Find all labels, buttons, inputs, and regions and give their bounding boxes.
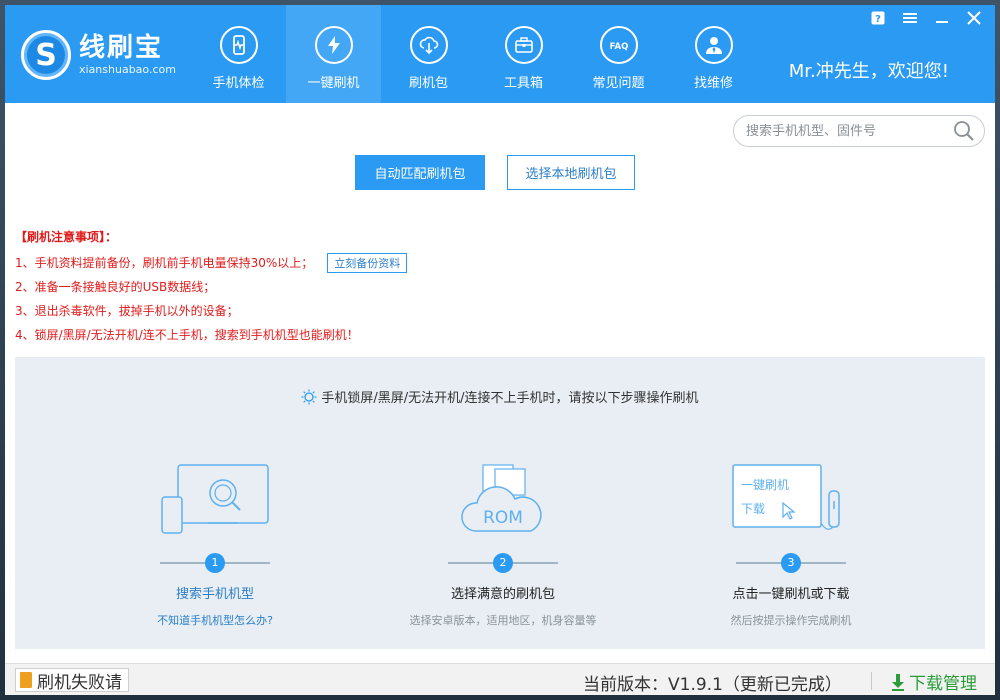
notice-title: 【刷机注意事项】： [15,230,118,244]
search-device-illustration [85,463,345,535]
steps-tip: 手机锁屏/黑屏/无法开机/连接不上手机时，请按以下步骤操作刷机 [15,387,985,406]
notice-line: 3、退出杀毒软件，拔掉手机以外的设备； [15,299,407,323]
main-nav: 手机体检 一键刷机 刷机包 工具箱 FAQ 常见问题 找维修 [191,5,761,103]
logo-name: 线刷宝 [79,33,164,63]
status-bar: 刷机失败请 当前版本：V1.9.1（更新已完成） 下载管理 [5,663,995,695]
app-window: S 线刷宝 xianshuabao.com 手机体检 一键刷机 刷机包 工具箱 … [5,5,995,695]
version-status: 当前版本：V1.9.1（更新已完成） [583,675,842,695]
nav-faq[interactable]: FAQ 常见问题 [571,5,666,103]
flash-label: 一键刷机 [741,478,789,492]
header-bar: S 线刷宝 xianshuabao.com 手机体检 一键刷机 刷机包 工具箱 … [5,5,995,103]
rom-package-icon [409,26,448,64]
step-subtitle: 选择安卓版本，适用地区，机身容量等 [409,614,597,627]
download-label: 下载 [741,502,765,516]
nav-phone-check[interactable]: 手机体检 [191,5,286,103]
download-manager-button[interactable]: 下载管理 [891,669,977,694]
step-number-badge: 2 [493,553,513,573]
lightning-icon [314,26,353,64]
logo-s-icon: S [21,30,71,80]
search-icon[interactable] [952,119,976,143]
nav-rom-package[interactable]: 刷机包 [381,5,476,103]
flash-fail-label: 刷机失败请 [37,672,122,693]
nav-label: 常见问题 [592,76,645,91]
download-manager-label: 下载管理 [909,674,977,694]
step-title[interactable]: 搜索手机机型 [85,583,345,602]
step-title: 点击一键刷机或下载 [732,587,850,602]
minimize-icon[interactable] [933,9,951,27]
notice-line: 1、手机资料提前备份，刷机前手机电量保持30%以上； 立刻备份资料 [15,251,408,275]
notice-line-text: 2、准备一条接触良好的USB数据线； [15,280,216,294]
step-search-model: 1 搜索手机机型 不知道手机机型怎么办? [85,463,345,628]
flash-notice: 【刷机注意事项】： 1、手机资料提前备份，刷机前手机电量保持30%以上； 立刻备… [15,227,408,347]
toolbox-icon [504,26,543,64]
nav-label: 手机体检 [212,76,265,91]
nav-label: 刷机包 [408,76,448,91]
help-icon[interactable]: ? [869,9,887,27]
step-title: 选择满意的刷机包 [450,587,555,602]
notice-line: 2、准备一条接触良好的USB数据线； [15,275,407,299]
search-input[interactable] [746,123,952,139]
step-choose-package: ROM 2 选择满意的刷机包 选择安卓版本，适用地区，机身容量等 [373,463,633,628]
backup-now-button[interactable]: 立刻备份资料 [327,253,408,273]
auto-match-button[interactable]: 自动匹配刷机包 [355,155,485,190]
local-package-button[interactable]: 选择本地刷机包 [507,155,635,190]
svg-text:?: ? [875,14,881,25]
window-controls: ? [869,9,983,27]
nav-label: 一键刷机 [307,76,360,91]
one-click-flash-illustration: 一键刷机 下载 [661,463,921,535]
step-help-link[interactable]: 不知道手机机型怎么办? [85,612,345,628]
rom-label: ROM [483,508,523,528]
app-logo: S 线刷宝 xianshuabao.com [21,27,176,83]
rom-cloud-illustration: ROM [373,463,633,535]
phone-icon [20,672,32,688]
tip-text: 手机锁屏/黑屏/无法开机/连接不上手机时，请按以下步骤操作刷机 [321,391,699,406]
nav-label: 找维修 [693,76,733,91]
notice-line-text: 3、退出杀毒软件，拔掉手机以外的设备； [15,304,239,318]
step-click-flash: 一键刷机 下载 3 点击一键刷机或下载 然后按提示操作完成刷机 [661,463,921,628]
flash-fail-button[interactable]: 刷机失败请 [15,668,129,693]
welcome-message: Mr.冲先生，欢迎您! [788,61,949,82]
nav-one-click-flash[interactable]: 一键刷机 [286,5,381,103]
nav-find-repair[interactable]: 找维修 [666,5,761,103]
menu-icon[interactable] [901,9,919,27]
notice-line-text: 4、锁屏/黑屏/无法开机/连不上手机，搜索到手机机型也能刷机！ [15,328,359,342]
step-number-badge: 1 [205,553,225,573]
notice-line: 4、锁屏/黑屏/无法开机/连不上手机，搜索到手机机型也能刷机！ [15,323,407,347]
close-icon[interactable] [965,9,983,27]
faq-icon: FAQ [599,26,638,64]
lightbulb-icon [301,389,317,405]
nav-toolbox[interactable]: 工具箱 [476,5,571,103]
logo-url: xianshuabao.com [79,63,176,76]
steps-panel: 手机锁屏/黑屏/无法开机/连接不上手机时，请按以下步骤操作刷机 1 搜索手机机型… [15,357,985,649]
repair-person-icon [694,26,733,64]
download-arrow-icon [892,673,904,691]
step-subtitle: 然后按提示操作完成刷机 [730,614,852,627]
footer-divider [871,672,872,690]
svg-text:FAQ: FAQ [609,42,628,52]
nav-label: 工具箱 [503,76,543,91]
notice-line-text: 1、手机资料提前备份，刷机前手机电量保持30%以上； [15,256,314,270]
search-box [733,115,985,147]
phone-check-icon [219,26,258,64]
step-number-badge: 3 [781,553,801,573]
